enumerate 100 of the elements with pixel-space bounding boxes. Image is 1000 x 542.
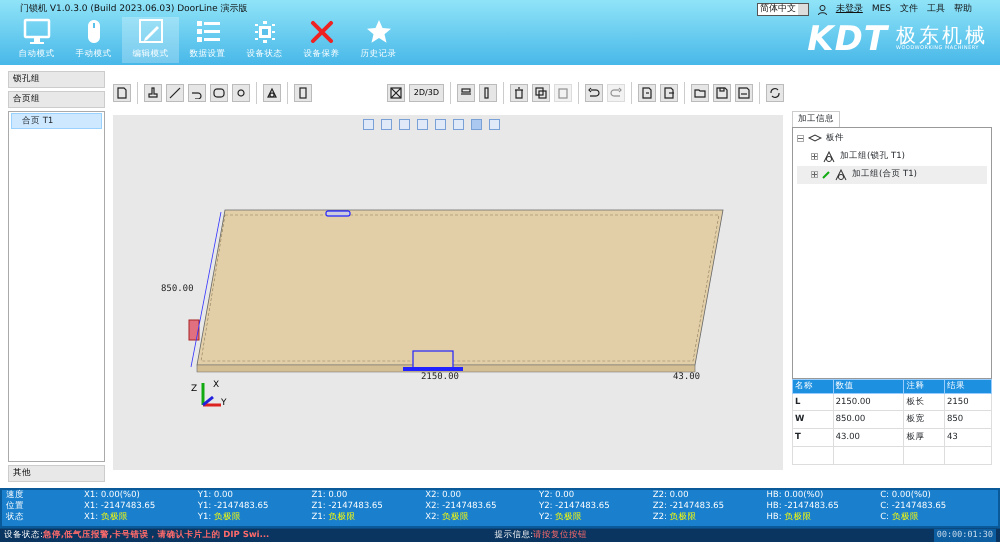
save-icon: [716, 87, 728, 99]
table-cell: 43.00: [833, 428, 904, 446]
logo-text: KDT: [807, 22, 888, 56]
align-vertical-button[interactable]: [479, 84, 497, 102]
new-file-button[interactable]: [113, 84, 131, 102]
zoom-fit-icon: [390, 87, 402, 99]
axis-label: Z1:: [312, 490, 326, 500]
axis-label: Z: [191, 384, 198, 394]
axis-label: Y1:: [198, 490, 212, 500]
axis-value: 负极限: [328, 512, 356, 522]
axis-label: X2:: [425, 512, 440, 522]
menu-item[interactable]: 文件: [900, 3, 918, 16]
list-item[interactable]: 合页 T1: [11, 112, 102, 130]
axis-label: X1:: [84, 501, 98, 511]
save-as-button[interactable]: [735, 84, 753, 102]
rounded-rect-button[interactable]: [210, 84, 228, 102]
axis-value: -2147483.65: [555, 501, 610, 511]
tree-row[interactable]: 板件: [797, 130, 987, 148]
axis-label: C:: [880, 490, 890, 500]
axis-value: 0.00(%0): [100, 490, 140, 500]
column-header: 数值: [833, 379, 904, 393]
user-icon: [818, 4, 827, 15]
save-as-icon: [738, 87, 750, 99]
axis-value: 负极限: [892, 512, 919, 522]
import-button[interactable]: [638, 84, 656, 102]
device-status-text: 急停,低气压报警,卡号错误，请确认卡片上的 DIP Swi...: [42, 529, 270, 542]
tree-row[interactable]: 加工组(锁孔 T1): [797, 148, 987, 166]
slot-mark: [325, 210, 351, 217]
group-button[interactable]: 合页组: [8, 90, 105, 108]
trash-icon: [513, 87, 525, 99]
axis-value: 负极限: [555, 512, 582, 522]
axis-label: Z2:: [652, 490, 667, 500]
axis-value: -2147483.65: [784, 501, 839, 511]
view-toggle-button[interactable]: 2D/3D: [408, 84, 444, 102]
trash-button[interactable]: [510, 84, 528, 102]
table-cell: 850.00: [833, 410, 904, 428]
line-icon: [169, 87, 181, 99]
axis-label: Y2:: [539, 490, 552, 500]
table-cell: 板长: [904, 393, 944, 411]
status-label: 提示信息:: [494, 529, 534, 542]
circle-button[interactable]: [232, 84, 250, 102]
menu-item[interactable]: 工具: [927, 3, 945, 16]
drill-icon: [834, 168, 848, 181]
axis-value: -2147483.65: [670, 501, 724, 511]
group-button[interactable]: 其他: [8, 465, 105, 482]
axis-value: 0.00: [328, 490, 348, 500]
align-horizontal-button[interactable]: [457, 84, 475, 102]
expand-icon[interactable]: [811, 153, 818, 160]
folder-icon: [694, 87, 706, 99]
axis-label: HB:: [766, 490, 782, 500]
picture-edit-icon: [136, 18, 164, 45]
redo-icon: [610, 87, 622, 99]
menu-item[interactable]: MES: [872, 3, 891, 16]
axis-label: X: [213, 380, 220, 390]
lock-hole-mark: [188, 320, 200, 340]
dimension-label: 2150.00: [421, 372, 459, 382]
axis-label: Z1:: [312, 501, 326, 511]
save-button[interactable]: [713, 84, 731, 102]
axis-label: Y2:: [539, 512, 552, 522]
group-button[interactable]: 锁孔组: [8, 71, 105, 88]
tree-row[interactable]: 加工组(合页 T1): [797, 166, 987, 184]
collapse-icon[interactable]: [797, 135, 804, 142]
axis-label: Z1:: [312, 512, 326, 522]
axis-label: X2:: [425, 490, 440, 500]
zoom-fit-button[interactable]: [386, 84, 405, 102]
window-title: 门锁机 V1.0.3.0 (Build 2023.06.03) DoorLine 演示版: [20, 3, 248, 16]
paste-icon: [557, 87, 569, 99]
axis-value: 0.00: [442, 490, 461, 500]
drill-icon: [266, 87, 278, 99]
panel-tab[interactable]: 加工信息: [792, 111, 840, 127]
import-icon: [641, 87, 653, 99]
folder-button[interactable]: [691, 84, 709, 102]
axis-label: HB:: [766, 501, 782, 511]
undo-icon: [588, 87, 600, 99]
axis-label: Y: [221, 398, 226, 408]
undo-button[interactable]: [585, 84, 603, 102]
drill-icon: [822, 150, 836, 163]
axis-value: 负极限: [784, 512, 812, 522]
axis-value: -2147483.65: [328, 501, 383, 511]
tree-label: 加工组(合页 T1): [852, 168, 917, 182]
axis-label: C:: [880, 512, 890, 522]
axis-value: -2147483.65: [100, 501, 156, 511]
login-link[interactable]: 未登录: [836, 3, 863, 16]
drill-button[interactable]: [263, 84, 281, 102]
line-button[interactable]: [166, 84, 184, 102]
status-label: 状态: [6, 512, 25, 523]
door-button[interactable]: [294, 84, 312, 102]
tool-button[interactable]: [144, 84, 162, 102]
dimension-label: 43.00: [673, 372, 700, 382]
language-select[interactable]: 简体中文: [756, 3, 809, 16]
expand-icon[interactable]: [811, 171, 818, 178]
axis-label: HB:: [766, 512, 782, 522]
axis-label: X2:: [425, 501, 440, 511]
copy-button[interactable]: [532, 84, 550, 102]
arc-button[interactable]: [188, 84, 206, 102]
menu-item[interactable]: 帮助: [954, 3, 972, 16]
refresh-button[interactable]: [766, 84, 784, 102]
table-cell: 板宽: [904, 410, 944, 428]
axis-label: C:: [880, 501, 890, 511]
export-button[interactable]: [660, 84, 678, 102]
